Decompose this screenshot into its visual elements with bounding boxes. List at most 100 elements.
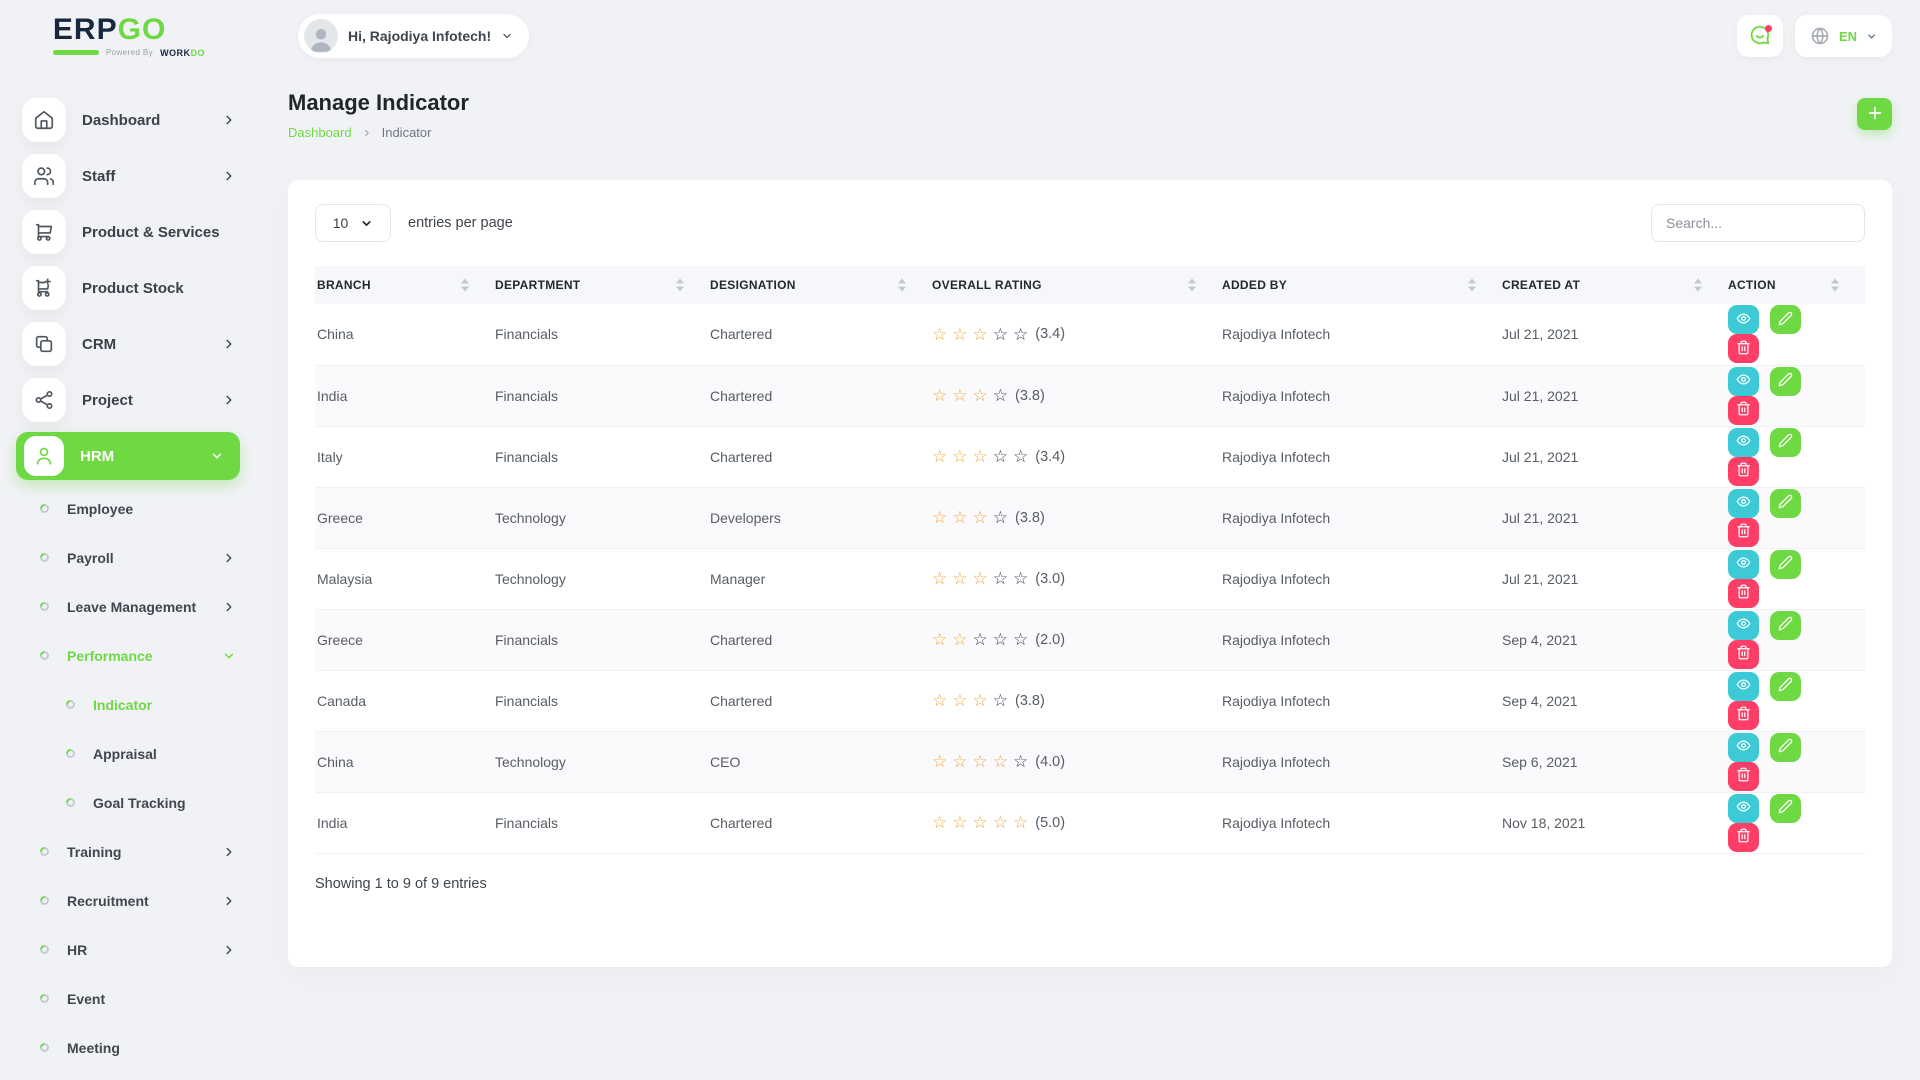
messages-button[interactable] xyxy=(1737,15,1783,57)
delete-button[interactable] xyxy=(1728,762,1759,791)
sidebar-item-product-services[interactable]: Product & Services xyxy=(22,204,258,260)
view-button[interactable] xyxy=(1728,733,1759,762)
topbar: ERPGO Powered By WORKDO Hi, Rajodiya Inf… xyxy=(0,0,1920,72)
sidebar-item-hr[interactable]: HR xyxy=(22,925,258,974)
delete-button[interactable] xyxy=(1728,701,1759,730)
added-by-cell: Rajodiya Infotech xyxy=(1222,304,1502,365)
chevron-right-icon xyxy=(222,393,236,407)
sidebar-item-leave-management[interactable]: Leave Management xyxy=(22,582,258,631)
delete-button[interactable] xyxy=(1728,579,1759,608)
edit-button[interactable] xyxy=(1770,672,1801,701)
branch-cell: Greece xyxy=(315,487,495,548)
sidebar-item-payroll[interactable]: Payroll xyxy=(22,533,258,582)
view-button[interactable] xyxy=(1728,550,1759,579)
sidebar-item-hrm[interactable]: HRM xyxy=(16,432,240,480)
logo-underline xyxy=(53,50,99,55)
language-selector[interactable]: EN xyxy=(1795,15,1892,57)
column-header-designation[interactable]: Designation xyxy=(710,266,932,304)
view-button[interactable] xyxy=(1728,794,1759,823)
entries-per-page-select[interactable]: 10 xyxy=(315,204,391,242)
star-icon: ☆ xyxy=(932,814,947,831)
view-button[interactable] xyxy=(1728,305,1759,334)
delete-button[interactable] xyxy=(1728,518,1759,547)
search-input[interactable] xyxy=(1651,204,1865,242)
entries-per-page-label: entries per page xyxy=(408,215,513,231)
star-icon: ☆ xyxy=(973,753,988,770)
department-cell: Technology xyxy=(495,487,710,548)
column-header-branch[interactable]: Branch xyxy=(315,266,495,304)
overall-rating-cell: ☆☆☆☆☆(4.0) xyxy=(932,731,1222,792)
user-menu[interactable]: Hi, Rajodiya Infotech! xyxy=(298,14,529,58)
sidebar-item-performance[interactable]: Performance xyxy=(22,631,258,680)
sidebar-item-meeting[interactable]: Meeting xyxy=(22,1023,258,1072)
department-cell: Technology xyxy=(495,548,710,609)
view-button[interactable] xyxy=(1728,611,1759,640)
view-button[interactable] xyxy=(1728,489,1759,518)
column-header-action[interactable]: Action xyxy=(1728,266,1865,304)
chevron-right-icon xyxy=(222,551,236,565)
edit-button[interactable] xyxy=(1770,611,1801,640)
column-header-created-at[interactable]: Created At xyxy=(1502,266,1728,304)
sidebar-item-appraisal[interactable]: Appraisal xyxy=(22,729,258,778)
sort-icon xyxy=(676,279,684,292)
edit-button[interactable] xyxy=(1770,489,1801,518)
trash-icon xyxy=(1736,401,1751,419)
star-icon: ☆ xyxy=(1013,570,1028,587)
eye-icon xyxy=(1736,494,1751,512)
edit-button[interactable] xyxy=(1770,428,1801,457)
created-at-cell: Jul 21, 2021 xyxy=(1502,365,1728,426)
user-greeting: Hi, Rajodiya Infotech! xyxy=(348,28,491,44)
sidebar-item-project[interactable]: Project xyxy=(22,372,258,428)
sidebar-item-training[interactable]: Training xyxy=(22,827,258,876)
edit-button[interactable] xyxy=(1770,305,1801,334)
designation-cell: Chartered xyxy=(710,609,932,670)
view-button[interactable] xyxy=(1728,672,1759,701)
users-icon xyxy=(22,154,66,198)
sidebar-item-product-stock[interactable]: Product Stock xyxy=(22,260,258,316)
table-row: GreeceTechnologyDevelopers☆☆☆☆(3.8)Rajod… xyxy=(315,487,1865,548)
sidebar-item-event[interactable]: Event xyxy=(22,974,258,1023)
bullet-icon xyxy=(38,943,51,956)
edit-button[interactable] xyxy=(1770,794,1801,823)
sidebar-item-recruitment[interactable]: Recruitment xyxy=(22,876,258,925)
edit-button[interactable] xyxy=(1770,733,1801,762)
overall-rating-cell: ☆☆☆☆(3.8) xyxy=(932,670,1222,731)
sidebar-item-crm[interactable]: CRM xyxy=(22,316,258,372)
action-cell xyxy=(1728,365,1865,426)
view-button[interactable] xyxy=(1728,428,1759,457)
sort-icon xyxy=(1831,279,1839,292)
delete-button[interactable] xyxy=(1728,334,1759,363)
delete-button[interactable] xyxy=(1728,457,1759,486)
sidebar-item-dashboard[interactable]: Dashboard xyxy=(22,92,258,148)
add-indicator-button[interactable] xyxy=(1857,98,1892,130)
view-button[interactable] xyxy=(1728,367,1759,396)
edit-button[interactable] xyxy=(1770,367,1801,396)
column-header-overall-rating[interactable]: Overall Rating xyxy=(932,266,1222,304)
star-icon: ☆ xyxy=(952,692,967,709)
branch-cell: Canada xyxy=(315,670,495,731)
edit-button[interactable] xyxy=(1770,550,1801,579)
breadcrumb-dashboard-link[interactable]: Dashboard xyxy=(288,125,352,140)
star-icon: ☆ xyxy=(932,387,947,404)
delete-button[interactable] xyxy=(1728,823,1759,852)
table-row: ItalyFinancialsChartered☆☆☆☆☆(3.4)Rajodi… xyxy=(315,426,1865,487)
added-by-cell: Rajodiya Infotech xyxy=(1222,792,1502,853)
sidebar-item-indicator[interactable]: Indicator xyxy=(22,680,258,729)
designation-cell: Manager xyxy=(710,548,932,609)
bullet-icon xyxy=(64,698,77,711)
column-header-added-by[interactable]: Added By xyxy=(1222,266,1502,304)
chevron-right-icon xyxy=(222,600,236,614)
column-header-department[interactable]: Department xyxy=(495,266,710,304)
sidebar-item-employee[interactable]: Employee xyxy=(22,484,258,533)
overall-rating-cell: ☆☆☆☆(3.8) xyxy=(932,365,1222,426)
sidebar-item-staff[interactable]: Staff xyxy=(22,148,258,204)
delete-button[interactable] xyxy=(1728,396,1759,425)
overall-rating-cell: ☆☆☆☆☆(2.0) xyxy=(932,609,1222,670)
delete-button[interactable] xyxy=(1728,640,1759,669)
star-icon: ☆ xyxy=(993,570,1008,587)
designation-cell: Developers xyxy=(710,487,932,548)
sidebar-item-goal-tracking[interactable]: Goal Tracking xyxy=(22,778,258,827)
chevron-right-icon xyxy=(222,894,236,908)
designation-cell: Chartered xyxy=(710,304,932,365)
sort-icon xyxy=(1468,279,1476,292)
